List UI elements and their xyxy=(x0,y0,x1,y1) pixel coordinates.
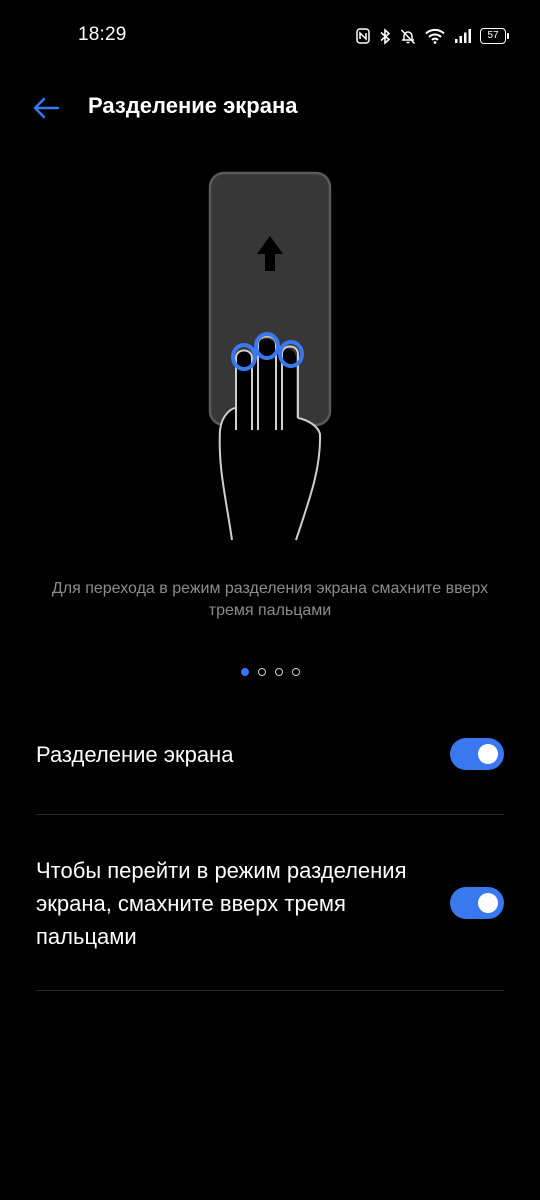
gesture-caption: Для перехода в режим разделения экрана с… xyxy=(51,580,489,619)
page-title: Разделение экрана xyxy=(88,93,298,118)
app-header: Разделение экрана xyxy=(0,80,540,136)
toggle-knob xyxy=(478,893,498,913)
three-finger-swipe-up-icon xyxy=(200,168,340,544)
bell-off-icon xyxy=(400,28,416,45)
arrow-left-icon xyxy=(28,97,64,128)
status-icons: 57 xyxy=(356,24,509,48)
setting-row-three-finger-swipe[interactable]: Чтобы перейти в режим разделения экрана,… xyxy=(36,854,504,954)
illustration-pager xyxy=(0,668,540,676)
setting-label-split-screen: Разделение экрана xyxy=(36,742,234,767)
split-screen-toggle[interactable] xyxy=(450,738,504,770)
pager-dot-1[interactable] xyxy=(240,668,249,676)
back-button[interactable] xyxy=(28,92,64,124)
setting-label-three-finger-swipe: Чтобы перейти в режим разделения экрана,… xyxy=(36,858,407,949)
three-finger-swipe-toggle[interactable] xyxy=(450,887,504,919)
signal-icon xyxy=(454,28,471,44)
pager-dot-2[interactable] xyxy=(257,668,266,676)
divider xyxy=(36,990,504,991)
status-bar: 18:29 57 xyxy=(0,0,540,72)
bluetooth-icon xyxy=(379,27,391,45)
status-time: 18:29 xyxy=(78,24,127,45)
divider xyxy=(36,814,504,815)
pager-dot-3[interactable] xyxy=(274,668,283,676)
pager-dot-4[interactable] xyxy=(291,668,300,676)
toggle-knob xyxy=(478,744,498,764)
nfc-icon xyxy=(356,28,370,44)
battery-indicator: 57 xyxy=(480,28,509,44)
setting-row-split-screen[interactable]: Разделение экрана xyxy=(36,738,504,774)
wifi-icon xyxy=(425,28,445,44)
